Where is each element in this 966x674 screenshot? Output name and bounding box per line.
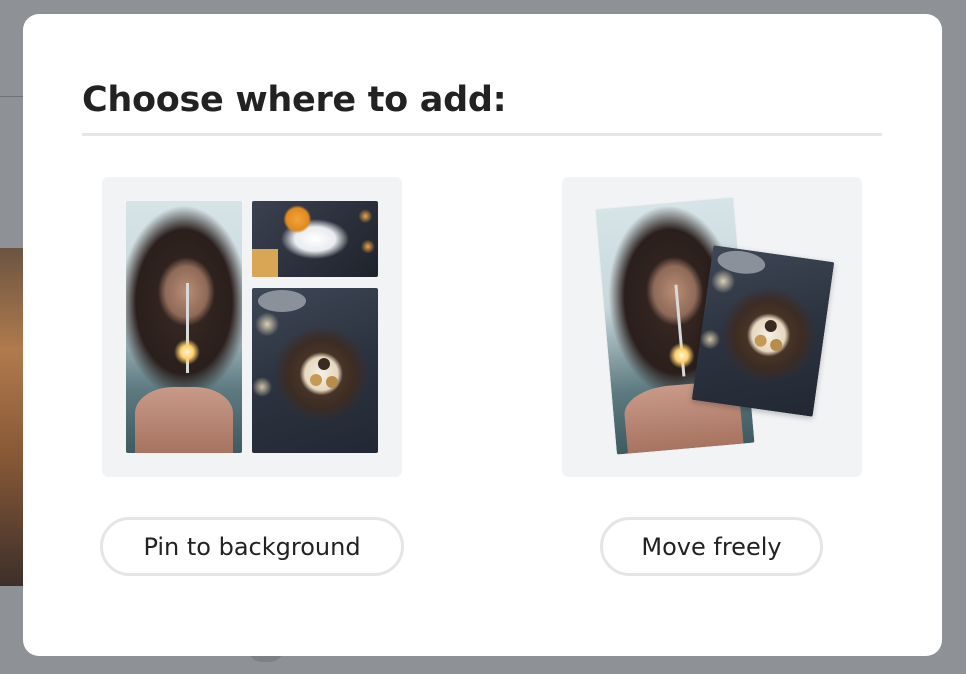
title-divider	[82, 133, 882, 136]
dessert-bowl-photo	[252, 201, 378, 277]
background-divider	[0, 96, 24, 97]
move-freely-preview[interactable]	[562, 177, 862, 477]
cake-photo	[691, 245, 835, 417]
portrait-photo	[126, 201, 242, 453]
background-photo	[0, 248, 24, 586]
dialog-title: Choose where to add:	[82, 80, 507, 120]
pin-to-background-button[interactable]: Pin to background	[100, 517, 404, 576]
choose-placement-dialog: Choose where to add: Pin to background M…	[23, 14, 942, 656]
cake-photo	[252, 288, 378, 453]
pin-to-background-preview[interactable]	[102, 177, 402, 477]
move-freely-button[interactable]: Move freely	[600, 517, 823, 576]
